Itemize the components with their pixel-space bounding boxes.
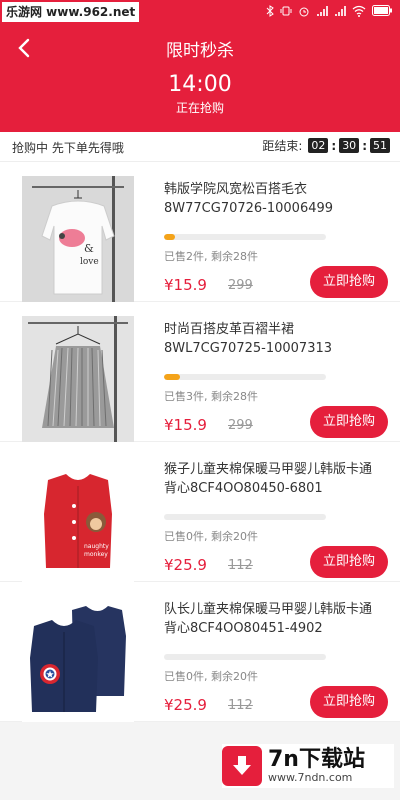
product-name[interactable]: 韩版学院风宽松百搭毛衣8W77CG70726-10006499 [164,180,384,218]
product-item[interactable]: naughty monkey 猴子儿童夹棉保暖马甲婴儿韩版卡通背心8CF4OO8… [0,442,400,582]
stock-progress-bar [164,654,326,660]
original-price: 299 [228,278,253,293]
navy-kids-vest-image[interactable] [22,596,134,722]
bluetooth-icon [266,4,274,20]
buy-now-button[interactable]: 立即抢购 [310,546,388,578]
product-name[interactable]: 时尚百搭皮革百褶半裙8WL7CG70725-10007313 [164,320,384,358]
product-item[interactable]: & love 韩版学院风宽松百搭毛衣8W77CG70726-10006499 已… [0,162,400,302]
svg-text:&: & [84,242,94,255]
svg-text:love: love [80,257,99,267]
buy-now-button[interactable]: 立即抢购 [310,686,388,718]
status-bar: 乐游网 www.962.net [0,0,400,24]
watermark-title: 7n下载站 [268,747,365,772]
bottom-watermark: 7n下载站 www.7ndn.com [222,744,394,788]
stock-progress-bar [164,374,326,380]
buy-now-button[interactable]: 立即抢购 [310,406,388,438]
white-sweater-image[interactable]: & love [22,176,134,302]
countdown-separator: : [331,138,337,153]
countdown-seconds: 51 [370,138,390,153]
status-icons [266,4,392,20]
stock-progress-fill [164,234,176,240]
product-name[interactable]: 队长儿童夹棉保暖马甲婴儿韩版卡通背心8CF4OO80451-4902 [164,600,384,638]
sale-price: ¥25.9 [164,696,207,714]
flash-sale-page: 乐游网 www.962.net 限时秒杀 14:00 正在抢购 抢购中 先下单先… [0,0,400,800]
countdown-label: 距结束: [262,139,303,153]
page-title: 限时秒杀 [166,41,234,61]
download-icon [222,746,262,786]
sold-count: 已售2件, 剩余28件 [164,250,258,263]
wifi-icon [352,5,366,20]
sold-count: 已售0件, 剩余20件 [164,670,258,683]
countdown-hours: 02 [308,138,329,153]
product-name[interactable]: 猴子儿童夹棉保暖马甲婴儿韩版卡通背心8CF4OO80450-6801 [164,460,384,498]
product-item[interactable]: 时尚百搭皮革百褶半裙8WL7CG70725-10007313 已售3件, 剩余2… [0,302,400,442]
sale-price: ¥25.9 [164,556,207,574]
sale-hint: 抢购中 先下单先得哦 [12,141,124,155]
battery-icon [372,5,392,19]
signal-icon [316,5,328,20]
sold-count: 已售3件, 剩余28件 [164,390,258,403]
original-price: 112 [228,698,253,713]
stock-progress-fill [164,374,181,380]
info-bar: 抢购中 先下单先得哦 距结束: 02 : 30 : 51 [0,132,400,162]
sold-count: 已售0件, 剩余20件 [164,530,258,543]
svg-text:monkey: monkey [84,551,108,558]
watermark-text: 7n下载站 www.7ndn.com [268,748,365,784]
buy-now-button[interactable]: 立即抢购 [310,266,388,298]
original-price: 299 [228,418,253,433]
original-price: 112 [228,558,253,573]
alarm-icon [298,5,310,20]
sale-price: ¥15.9 [164,276,207,294]
countdown-minutes: 30 [339,138,360,153]
countdown-separator: : [362,138,367,153]
watermark-url: www.7ndn.com [268,771,353,784]
product-item[interactable]: 队长儿童夹棉保暖马甲婴儿韩版卡通背心8CF4OO80451-4902 已售0件,… [0,582,400,722]
header: 限时秒杀 14:00 正在抢购 [0,24,400,132]
top-watermark: 乐游网 www.962.net [2,2,140,22]
sale-price: ¥15.9 [164,416,207,434]
countdown: 距结束: 02 : 30 : 51 [262,137,390,154]
signal-icon [334,5,346,20]
svg-text:naughty: naughty [84,543,109,550]
product-list: & love 韩版学院风宽松百搭毛衣8W77CG70726-10006499 已… [0,162,400,722]
stock-progress-bar [164,234,326,240]
vibrate-icon [280,5,292,20]
stock-progress-bar [164,514,326,520]
session-status: 正在抢购 [175,101,224,115]
session-time: 14:00 [168,72,232,97]
red-kids-vest-image[interactable]: naughty monkey [22,456,134,582]
pleated-skirt-image[interactable] [22,316,134,442]
